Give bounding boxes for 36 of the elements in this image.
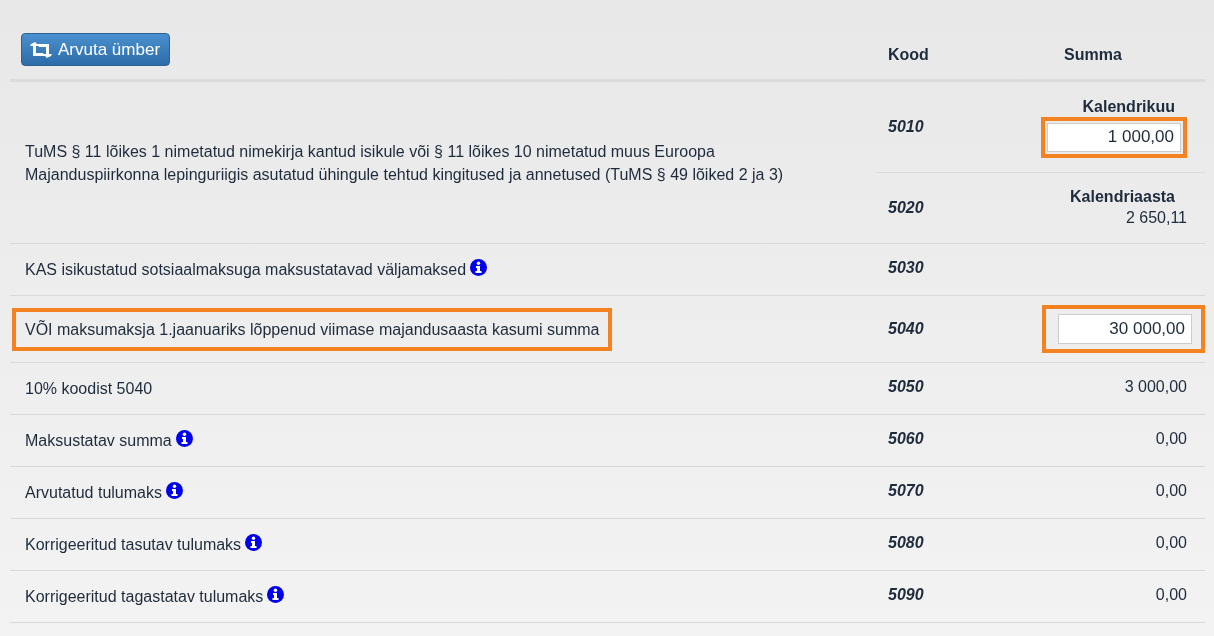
code-value: 5040: [888, 320, 924, 337]
amount-value: 0,00: [1155, 480, 1187, 501]
column-header: Kood: [888, 46, 929, 63]
row-label: KAS isikustatud sotsiaalmaksuga maksustatavad väljamaksed: [12, 244, 501, 295]
code-value: 5090: [888, 585, 924, 603]
repeat-icon: [30, 41, 52, 58]
row-label: Arvutatud tulumaks: [12, 467, 196, 518]
row-label: 10% koodist 5040: [24, 379, 154, 399]
amount-value: 0,00: [1155, 584, 1187, 605]
amount-value: 0,00: [1155, 532, 1187, 553]
column-header: Summa: [1064, 46, 1122, 63]
amount-field[interactable]: 30 000,00: [1058, 314, 1192, 344]
row-label: Maksustatav summa: [12, 415, 206, 466]
amount-value: 3 000,00: [1124, 376, 1187, 397]
amount-value: 2 650,11: [1125, 208, 1187, 228]
row-label: TuMS § 11 lõikes 1 nimetatud nimekirja kantud isikule või § 11 lõikes 10 nimetatud muus Euroopa Majanduspiirkonna lepinguriigis asutatud ühingule tehtud kingitused ja annetused (TuMS § 49 lõiked 2 ja 3): [24, 141, 785, 185]
code-value: 5060: [888, 429, 924, 447]
info-icon[interactable]: [245, 534, 263, 551]
info-icon[interactable]: [165, 482, 183, 499]
row-label: Korrigeeritud tagastatav tulumaks: [12, 571, 298, 622]
code-value: 5030: [888, 258, 924, 276]
info-icon[interactable]: [267, 586, 285, 603]
code-value: 5020: [888, 199, 924, 216]
info-icon[interactable]: [175, 430, 193, 447]
code-value: 5050: [888, 377, 924, 395]
info-icon[interactable]: [470, 259, 488, 276]
code-value: 5070: [888, 481, 924, 499]
sum-caption: Kalendriaasta: [1070, 187, 1176, 207]
row-label: Korrigeeritud tasutav tulumaks: [12, 519, 276, 570]
amount-value: 0,00: [1155, 428, 1187, 449]
code-value: 5080: [888, 533, 924, 551]
code-value: 5010: [888, 118, 924, 135]
recalculate-button[interactable]: Arvuta ümber: [21, 33, 171, 66]
amount-field[interactable]: 1 000,00: [1047, 122, 1181, 152]
sum-caption: Kalendrikuu: [1082, 96, 1176, 117]
row-label: VÕI maksumaksja 1.jaanuariks lõppenud viimase majandusaasta kasumi summa: [12, 307, 613, 351]
